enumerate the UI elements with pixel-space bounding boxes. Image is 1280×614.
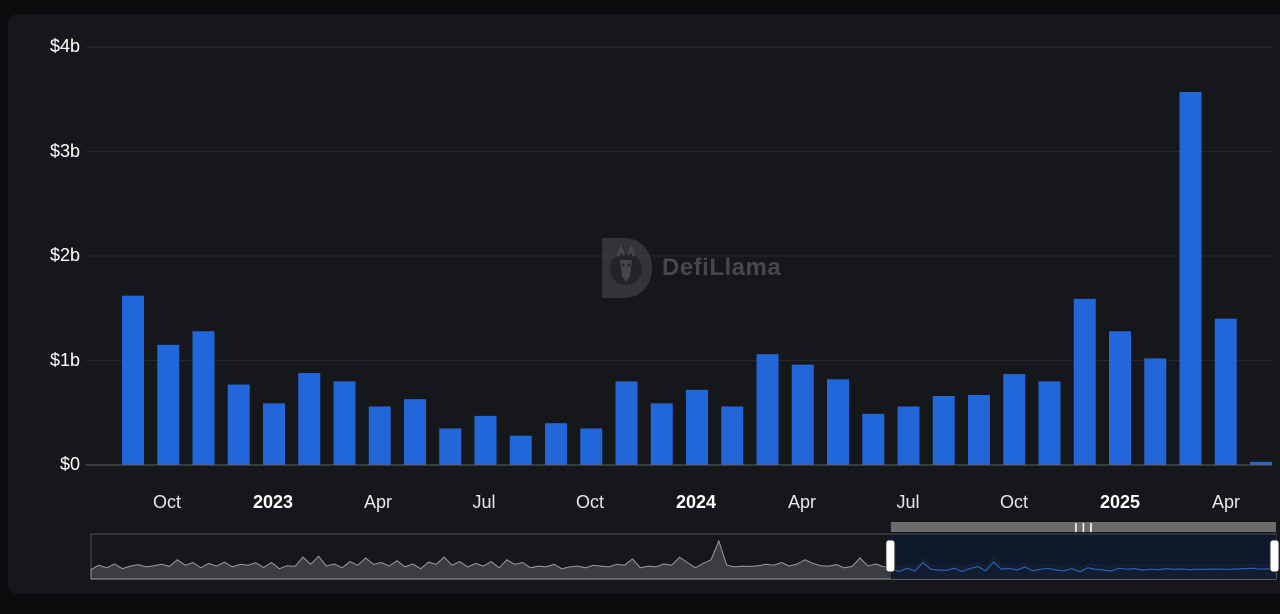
bar-2023-06[interactable] [439, 428, 462, 465]
bar-2024-11[interactable] [1038, 381, 1061, 465]
bar-2024-09[interactable] [968, 394, 990, 465]
llama-logo-icon [602, 238, 652, 298]
bar-2024-08[interactable] [932, 396, 955, 465]
bar-2022-10[interactable] [157, 344, 180, 465]
bar-2023-11[interactable] [615, 381, 638, 465]
bar-2024-06[interactable] [862, 413, 885, 465]
y-tick-label: $1b [49, 349, 80, 370]
x-tick-label: Oct [152, 492, 182, 512]
brush-grip-icon[interactable]: ❙❙❙ [1072, 523, 1095, 533]
x-tick-label: 2024 [675, 492, 717, 512]
x-tick-label: Jul [896, 492, 920, 512]
y-tick-label: $3b [49, 140, 80, 161]
brush-handle-left[interactable] [885, 539, 896, 573]
bar-2024-01[interactable] [686, 389, 708, 465]
watermark-text: DefiLlama [662, 254, 782, 281]
bar-2023-01[interactable] [263, 403, 285, 465]
bar-2023-07[interactable] [474, 415, 497, 465]
bar-2023-02[interactable] [298, 373, 321, 465]
bar-2023-12[interactable] [650, 403, 673, 465]
bar-2025-02[interactable] [1144, 358, 1167, 465]
x-tick-label: 2025 [1099, 492, 1141, 512]
bar-2024-05[interactable] [827, 379, 849, 465]
bar-2023-09[interactable] [545, 423, 567, 465]
bar-2023-04[interactable] [368, 406, 391, 465]
y-tick-label: $4b [49, 36, 80, 56]
bar-2024-04[interactable] [791, 364, 814, 465]
bar-2023-10[interactable] [580, 428, 603, 465]
x-tick-label: Apr [363, 492, 393, 512]
x-tick-label: Jul [472, 492, 496, 512]
range-brush[interactable]: ❙❙❙ [90, 522, 1280, 580]
bar-2024-03[interactable] [756, 354, 779, 465]
bar-2025-01[interactable] [1109, 331, 1131, 465]
x-tick-label: Apr [787, 492, 817, 512]
x-tick-label: Oct [575, 492, 605, 512]
bar-2023-03[interactable] [333, 381, 356, 465]
brush-handle-right[interactable] [1269, 539, 1280, 573]
y-tick-label: $0 [59, 454, 80, 474]
x-tick-label: Apr [1211, 492, 1241, 512]
y-tick-label: $2b [49, 245, 80, 265]
bar-2022-12[interactable] [227, 384, 250, 465]
chart-panel: ❙❙❙ $0 $1b $2b $3b $4b Oct 2023 Apr Jul Oct 2024 A… [8, 14, 1280, 594]
bar-2024-12[interactable] [1073, 298, 1096, 465]
x-tick-label: 2023 [252, 492, 294, 512]
bar-2025-04[interactable] [1214, 318, 1237, 465]
bar-2024-10[interactable] [1003, 374, 1026, 465]
bar-2023-05[interactable] [404, 399, 426, 465]
bar-2024-02[interactable] [721, 406, 744, 465]
bar-2023-08[interactable] [509, 435, 532, 465]
bar-2025-03[interactable] [1179, 91, 1202, 465]
bar-2022-09[interactable] [122, 295, 144, 465]
brush-selection[interactable] [890, 535, 1276, 579]
bar-2024-07[interactable] [897, 406, 920, 465]
bar-2022-11[interactable] [192, 331, 215, 465]
bar-chart: ❙❙❙ [86, 46, 1280, 580]
defillama-watermark: DefiLlama [598, 236, 781, 300]
x-tick-label: Oct [999, 492, 1029, 512]
